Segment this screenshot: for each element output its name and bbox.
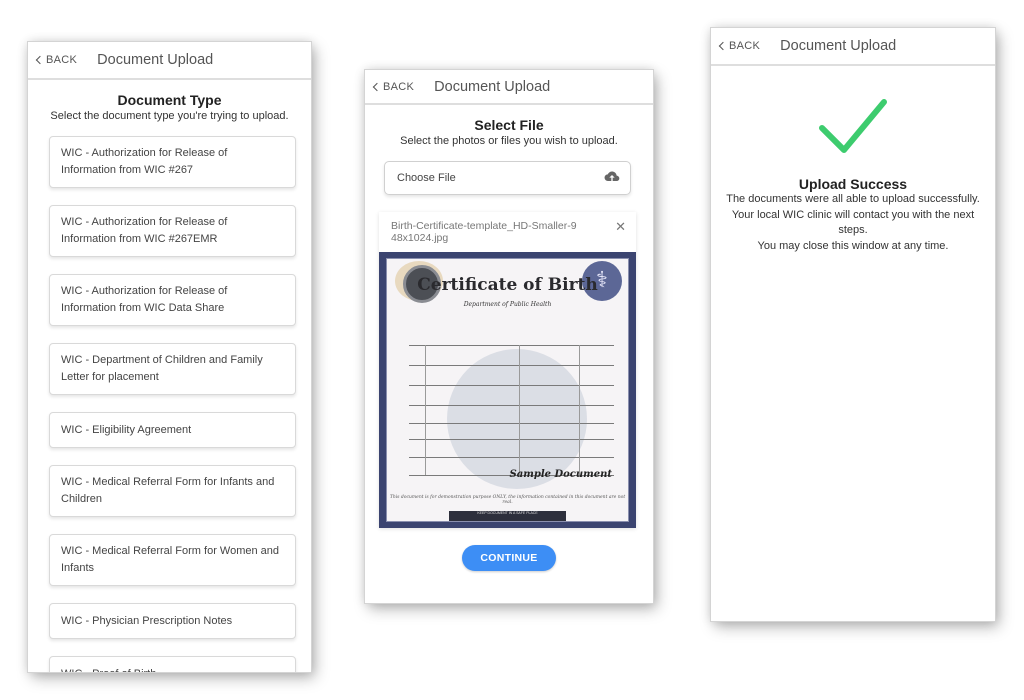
success-message-line: Your local WIC clinic will contact you w… — [731, 208, 975, 237]
success-title: Upload Success — [798, 176, 908, 192]
document-type-option[interactable]: WIC - Authorization for Release of Infor… — [49, 205, 296, 257]
document-type-option[interactable]: WIC - Authorization for Release of Infor… — [49, 136, 296, 188]
app-header: BACK Document Upload — [365, 70, 653, 105]
document-type-option[interactable]: WIC - Medical Referral Form for Women an… — [49, 534, 296, 586]
file-name: Birth-Certificate-template_HD-Smaller-94… — [391, 220, 577, 244]
document-type-option[interactable]: WIC - Department of Children and Family … — [49, 343, 296, 395]
document-type-option[interactable]: WIC - Physician Prescription Notes — [49, 603, 296, 639]
document-type-screen: BACK Document Upload Document Type Selec… — [28, 42, 311, 672]
success-message-line: You may close this window at any time. — [757, 239, 949, 252]
file-preview-image: Certificate of Birth Department of Publi… — [379, 252, 636, 528]
back-button[interactable]: BACK — [372, 80, 415, 93]
document-type-option[interactable]: WIC - Proof of Birth — [49, 656, 296, 672]
app-header: BACK Document Upload — [28, 42, 311, 80]
back-button[interactable]: BACK — [718, 40, 761, 52]
choose-file-button[interactable]: Choose File — [384, 161, 631, 195]
certificate-department: Department of Public Health — [463, 301, 552, 308]
certificate-form-lines — [409, 335, 614, 476]
section-title: Select File — [474, 117, 544, 133]
continue-button[interactable]: CONTINUE — [462, 545, 556, 571]
sample-document-label: Sample Document — [509, 469, 612, 480]
header-title: Document Upload — [434, 78, 551, 95]
chevron-left-icon — [35, 55, 45, 65]
checkmark-icon — [819, 99, 887, 153]
select-file-screen: BACK Document Upload Select File Select … — [365, 70, 653, 603]
cloud-upload-icon — [604, 170, 620, 187]
section-title: Document Type — [117, 92, 222, 108]
upload-success-screen: BACK Document Upload Upload Success The … — [711, 28, 995, 621]
chevron-left-icon — [718, 41, 728, 51]
header-title: Document Upload — [780, 38, 897, 54]
back-label: BACK — [383, 80, 415, 93]
certificate-note: This document is for demonstration purpo… — [389, 495, 626, 505]
choose-file-label: Choose File — [397, 172, 456, 184]
close-icon[interactable]: ✕ — [615, 220, 626, 233]
document-type-option[interactable]: WIC - Eligibility Agreement — [49, 412, 296, 448]
selected-file-card: Birth-Certificate-template_HD-Smaller-94… — [379, 212, 636, 528]
section-subtitle: Select the document type you're trying t… — [50, 110, 289, 122]
back-button[interactable]: BACK — [35, 54, 78, 66]
header-title: Document Upload — [97, 52, 214, 68]
chevron-left-icon — [372, 82, 382, 91]
document-type-option[interactable]: WIC - Medical Referral Form for Infants … — [49, 465, 296, 517]
document-type-list: WIC - Authorization for Release of Infor… — [28, 122, 311, 672]
back-label: BACK — [46, 54, 78, 66]
back-label: BACK — [729, 40, 761, 52]
app-header: BACK Document Upload — [711, 28, 995, 66]
document-type-option[interactable]: WIC - Authorization for Release of Infor… — [49, 274, 296, 326]
certificate-title: Certificate of Birth — [417, 275, 598, 295]
success-message-line: The documents were all able to upload su… — [726, 193, 980, 205]
section-subtitle: Select the photos or files you wish to u… — [400, 135, 618, 147]
certificate-band: KEEP DOCUMENT IN A SAFE PLACE — [449, 511, 566, 521]
